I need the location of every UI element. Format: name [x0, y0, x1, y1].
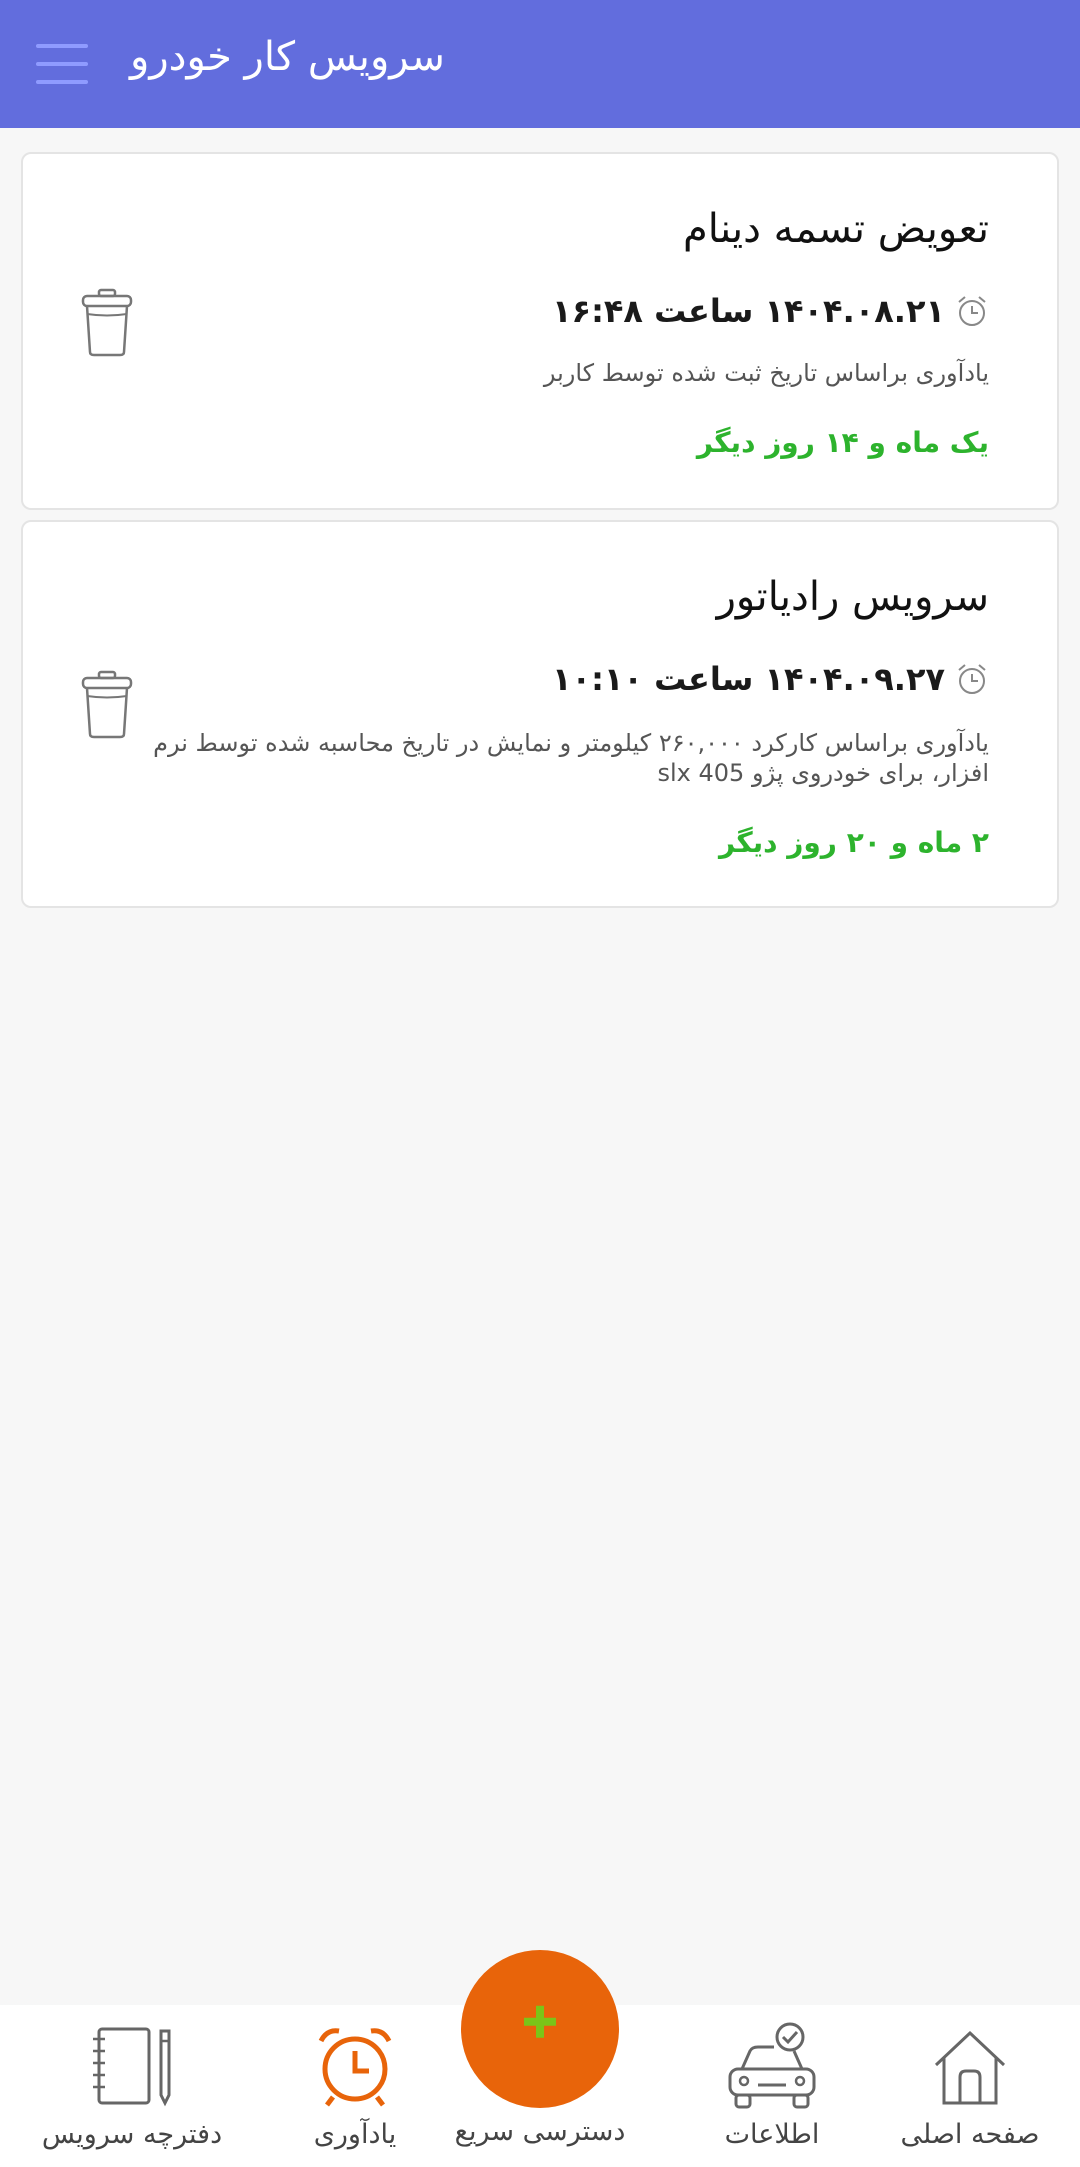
app-bar: سرویس کار خودرو [0, 0, 1080, 128]
alarm-clock-icon [315, 2025, 395, 2111]
reminder-due: ۲ ماه و ۲۰ روز دیگر [718, 826, 989, 859]
alarm-clock-icon [955, 294, 989, 328]
reminder-card[interactable]: تعویض تسمه دینام ۱۴۰۴.۰۸.۲۱ ساعت ۱۶:۴۸ ی… [21, 152, 1059, 510]
reminder-description: یادآوری براساس تاریخ ثبت شده توسط کاربر [543, 359, 989, 387]
nav-reminders-label: یادآوری [313, 2119, 397, 2150]
reminder-card[interactable]: سرویس رادیاتور ۱۴۰۴.۰۹.۲۷ ساعت ۱۰:۱۰ یاد… [21, 520, 1059, 908]
reminder-datetime-text: ۱۴۰۴.۰۹.۲۷ ساعت ۱۰:۱۰ [552, 660, 945, 698]
notebook-pen-icon [87, 2025, 177, 2113]
car-check-icon [724, 2021, 820, 2115]
nav-home[interactable]: صفحه اصلی [870, 2005, 1070, 2167]
alarm-clock-icon [955, 662, 989, 696]
nav-reminders[interactable]: یادآوری [255, 2005, 455, 2167]
nav-service-book-label: دفترچه سرویس [41, 2119, 223, 2150]
nav-info-label: اطلاعات [724, 2119, 820, 2150]
reminder-description: یادآوری براساس کارکرد ۲۶۰,۰۰۰ کیلومتر و … [153, 729, 989, 787]
trash-icon[interactable] [77, 286, 137, 358]
nav-service-book[interactable]: دفترچه سرویس [32, 2005, 232, 2167]
reminder-title: تعویض تسمه دینام [682, 206, 989, 252]
quick-access-label: دسترسی سریع [454, 2116, 626, 2147]
home-icon [930, 2025, 1010, 2111]
reminder-title: سرویس رادیاتور [716, 574, 989, 620]
nav-home-label: صفحه اصلی [900, 2119, 1040, 2150]
reminder-datetime: ۱۴۰۴.۰۸.۲۱ ساعت ۱۶:۴۸ [552, 292, 989, 330]
plus-icon [520, 2002, 560, 2046]
hamburger-menu-icon[interactable] [36, 44, 88, 84]
nav-info[interactable]: اطلاعات [672, 2005, 872, 2167]
quick-access-button[interactable] [461, 1950, 619, 2108]
trash-icon[interactable] [77, 668, 137, 740]
reminder-datetime: ۱۴۰۴.۰۹.۲۷ ساعت ۱۰:۱۰ [552, 660, 989, 698]
reminder-datetime-text: ۱۴۰۴.۰۸.۲۱ ساعت ۱۶:۴۸ [552, 292, 945, 330]
reminder-due: یک ماه و ۱۴ روز دیگر [696, 426, 989, 459]
app-title: سرویس کار خودرو [130, 34, 445, 80]
